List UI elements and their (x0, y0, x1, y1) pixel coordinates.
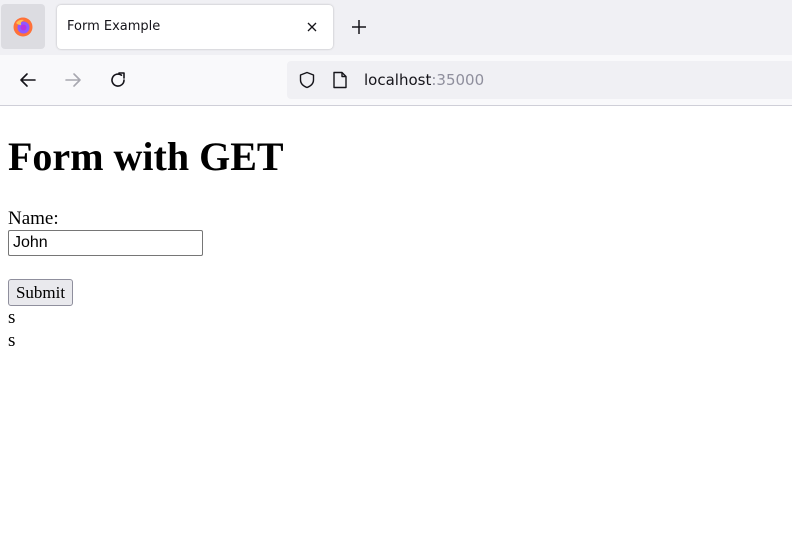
shield-icon[interactable] (298, 71, 316, 89)
forward-arrow-icon[interactable] (63, 70, 83, 90)
navigation-toolbar: localhost:35000 (0, 55, 792, 106)
page-title: Form with GET (8, 134, 284, 179)
result-line: s (8, 307, 16, 328)
name-label: Name: (8, 208, 59, 229)
tab-title: Form Example (67, 19, 161, 34)
tab-form-example[interactable]: Form Example (57, 5, 333, 49)
url-text[interactable]: localhost:35000 (364, 71, 484, 89)
close-icon[interactable] (305, 20, 319, 34)
result-line: s (8, 330, 16, 351)
firefox-menu-button[interactable] (1, 4, 45, 49)
name-input[interactable] (8, 230, 203, 256)
url-bar[interactable]: localhost:35000 (287, 61, 792, 99)
plus-icon[interactable] (350, 18, 368, 36)
url-port: :35000 (431, 71, 485, 89)
reload-icon[interactable] (108, 70, 128, 90)
back-arrow-icon[interactable] (18, 70, 38, 90)
page-content: Form with GET Name: Submit s s (0, 106, 792, 541)
tab-strip: Form Example (0, 0, 792, 55)
submit-button[interactable]: Submit (8, 279, 73, 306)
url-host: localhost (364, 71, 432, 89)
page-icon[interactable] (332, 71, 348, 89)
firefox-icon (13, 17, 33, 37)
